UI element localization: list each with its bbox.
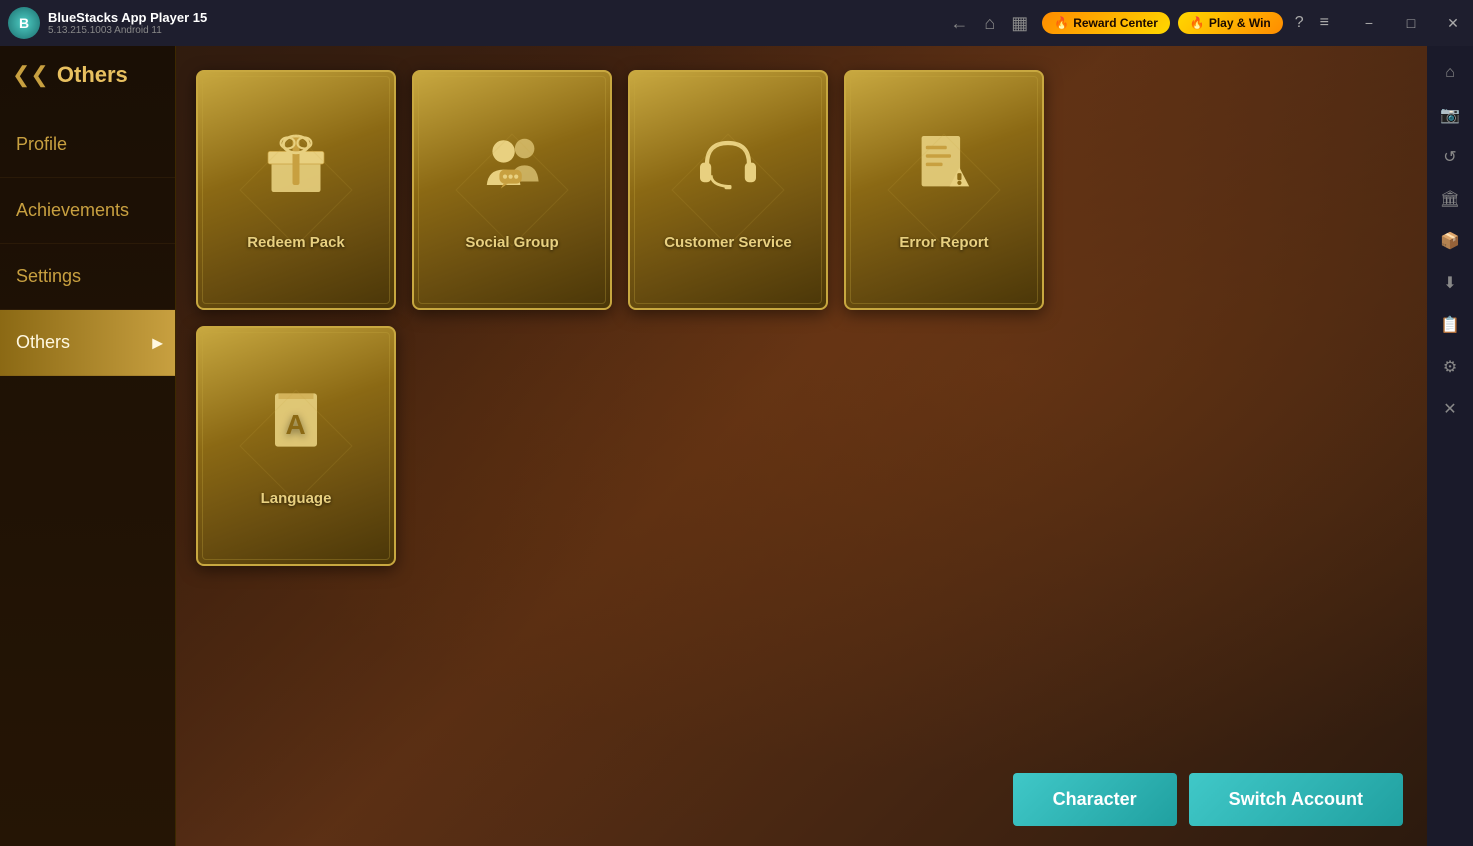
language-icon: A: [261, 385, 331, 478]
social-group-card[interactable]: Social Group: [412, 70, 612, 310]
menu-icon[interactable]: ≡: [1316, 14, 1333, 32]
language-card[interactable]: A Language: [196, 326, 396, 566]
sidebar-item-others[interactable]: Others: [0, 310, 175, 376]
action-buttons: 🔥 Reward Center 🔥 Play & Win ? ≡: [1042, 12, 1333, 34]
svg-text:A: A: [286, 409, 306, 440]
right-sidebar: ⌂ 📷 ↺ 🏛 📦 ⬇ 📋 ⚙ ✕: [1427, 46, 1473, 846]
rs-settings-icon[interactable]: ⚙: [1431, 348, 1469, 386]
character-button[interactable]: Character: [1013, 773, 1177, 826]
social-group-icon: [477, 129, 547, 222]
sidebar-item-settings[interactable]: Settings: [0, 244, 175, 310]
app-title: BlueStacks App Player 15 5.13.215.1003 A…: [48, 10, 936, 36]
main-content: Redeem Pack: [176, 46, 1427, 846]
back-arrow-icon[interactable]: ❮❮: [12, 62, 49, 88]
back-nav-button[interactable]: ←: [944, 13, 974, 34]
window-controls: − □ ✕: [1349, 0, 1473, 46]
rs-down-icon[interactable]: ⬇: [1431, 264, 1469, 302]
rs-package-icon[interactable]: 📦: [1431, 222, 1469, 260]
sidebar-item-achievements[interactable]: Achievements: [0, 178, 175, 244]
help-icon[interactable]: ?: [1291, 14, 1308, 32]
reward-fire-icon: 🔥: [1054, 16, 1069, 30]
maximize-button[interactable]: □: [1391, 0, 1431, 46]
social-group-label: Social Group: [465, 234, 558, 251]
headset-icon: [693, 129, 763, 222]
play-win-button[interactable]: 🔥 Play & Win: [1178, 12, 1283, 34]
nav-buttons: ← ⌂ ▦: [944, 13, 1034, 34]
switch-account-button[interactable]: Switch Account: [1189, 773, 1403, 826]
title-bar: B BlueStacks App Player 15 5.13.215.1003…: [0, 0, 1473, 46]
app-icon: B: [8, 7, 40, 39]
rs-camera-icon[interactable]: 📷: [1431, 96, 1469, 134]
minimize-button[interactable]: −: [1349, 0, 1389, 46]
customer-service-card[interactable]: Customer Service: [628, 70, 828, 310]
rs-home-icon[interactable]: ⌂: [1431, 54, 1469, 92]
page-header: ❮❮ Others: [0, 46, 175, 104]
reward-center-button[interactable]: 🔥 Reward Center: [1042, 12, 1170, 34]
gift-icon: [261, 129, 331, 222]
rs-clipboard-icon[interactable]: 📋: [1431, 306, 1469, 344]
left-sidebar: ❮❮ Others Profile Achievements Settings …: [0, 46, 176, 846]
error-report-icon: [909, 129, 979, 222]
cards-grid: Redeem Pack: [196, 70, 1407, 566]
error-report-card[interactable]: Error Report: [844, 70, 1044, 310]
play-fire-icon: 🔥: [1190, 16, 1205, 30]
nav-items: Profile Achievements Settings Others: [0, 112, 175, 376]
rs-building-icon[interactable]: 🏛: [1431, 180, 1469, 218]
page-title: Others: [57, 62, 128, 88]
sidebar-item-profile[interactable]: Profile: [0, 112, 175, 178]
rs-refresh-icon[interactable]: ↺: [1431, 138, 1469, 176]
redeem-pack-label: Redeem Pack: [247, 234, 345, 251]
language-label: Language: [261, 490, 332, 507]
customer-service-label: Customer Service: [664, 234, 792, 251]
rs-close-icon[interactable]: ✕: [1431, 390, 1469, 428]
error-report-label: Error Report: [899, 234, 988, 251]
close-button[interactable]: ✕: [1433, 0, 1473, 46]
redeem-pack-card[interactable]: Redeem Pack: [196, 70, 396, 310]
tab-nav-button[interactable]: ▦: [1005, 13, 1034, 34]
bottom-bar: Character Switch Account: [1013, 773, 1403, 826]
home-nav-button[interactable]: ⌂: [978, 13, 1001, 34]
